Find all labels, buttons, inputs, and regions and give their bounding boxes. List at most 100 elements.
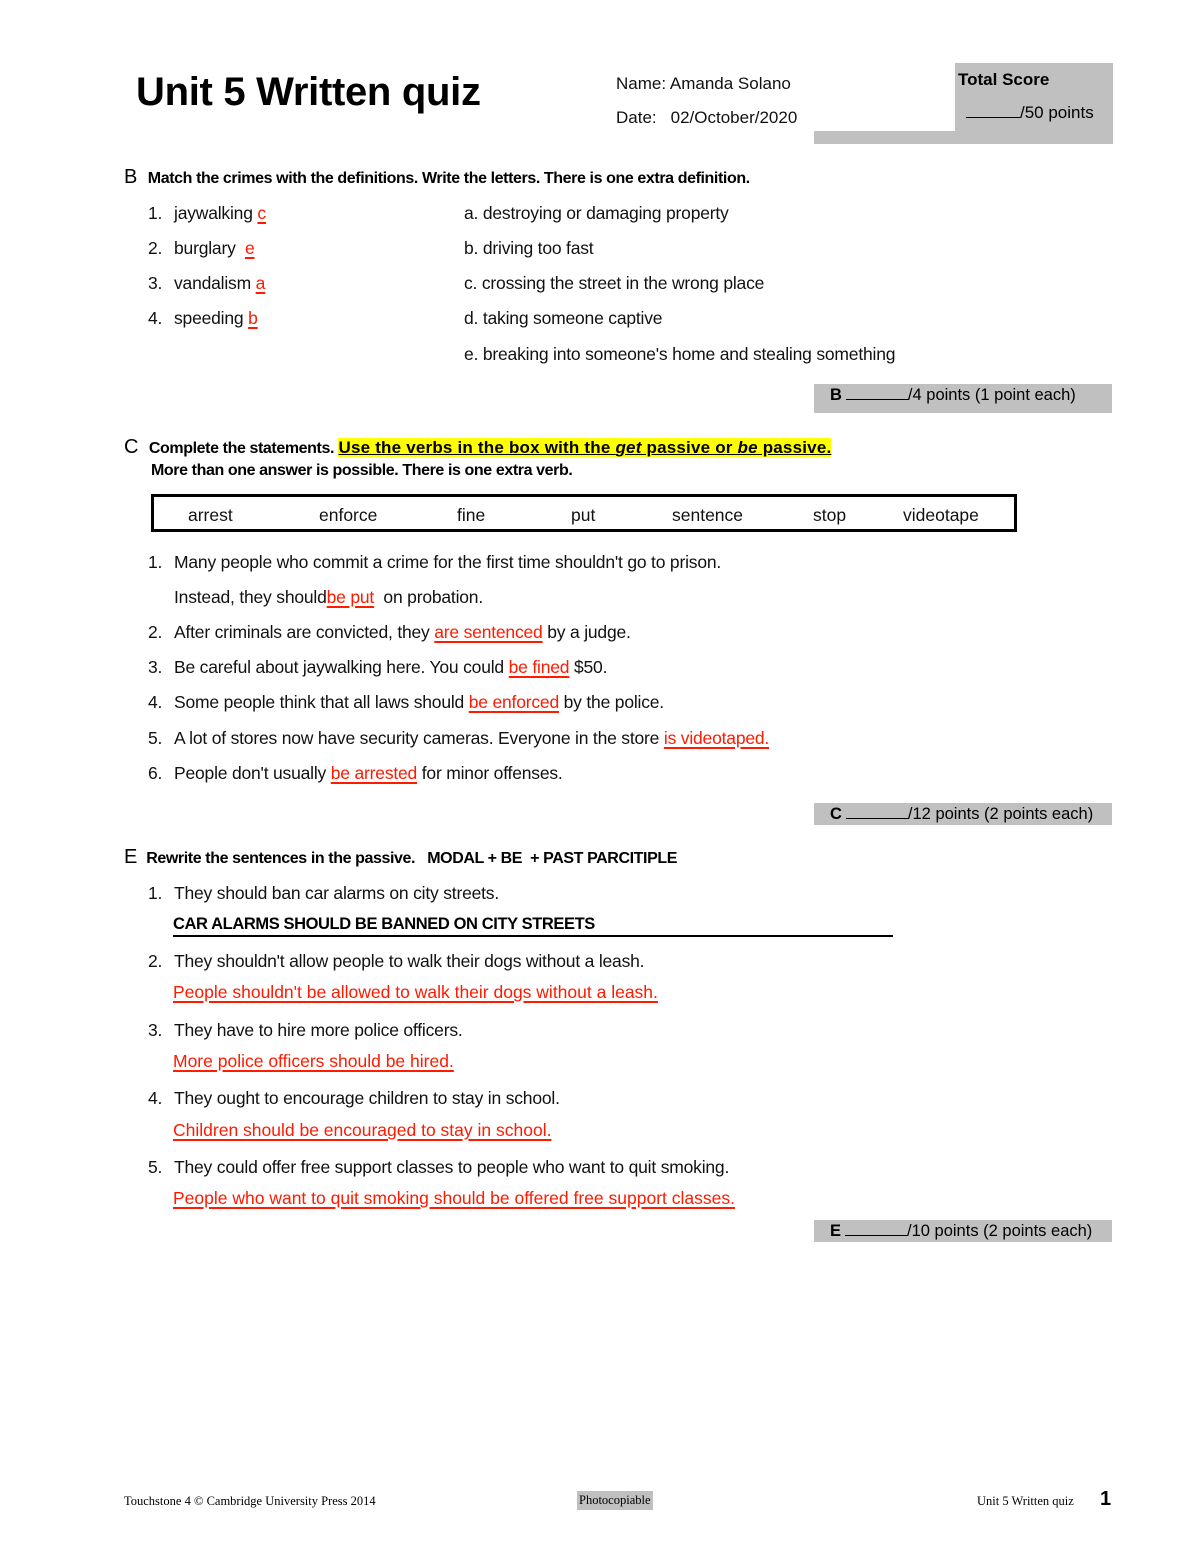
verb-option: videotape: [903, 505, 979, 525]
section-c-instructions-line2: More than one answer is possible. There …: [151, 462, 573, 479]
crime-number: 1.: [148, 203, 163, 223]
definition-item: d. taking someone captive: [464, 308, 663, 328]
section-c-highlighted-instructions: Use the verbs in the box with the get pa…: [338, 438, 832, 457]
statement-answer[interactable]: are sentenced: [434, 622, 543, 642]
rewrite-item: 1. They should ban car alarms on city str…: [148, 883, 499, 904]
section-c-score-blank[interactable]: [845, 804, 908, 819]
total-score-blank[interactable]: [966, 103, 1020, 118]
section-e-score-blank[interactable]: [845, 1221, 908, 1236]
definition-item: e. breaking into someone's home and stea…: [464, 344, 896, 364]
section-e-points-text: /10 points (2 points each): [907, 1222, 1093, 1240]
crime-text: speeding: [174, 308, 244, 328]
rewrite-answer[interactable]: Children should be encouraged to stay in…: [173, 1120, 551, 1141]
section-e-instructions: Rewrite the sentences in the passive. MO…: [146, 850, 678, 867]
statement-text: on probation.: [374, 587, 483, 607]
rewrite-answer[interactable]: CAR ALARMS SHOULD BE BANNED ON CITY STRE…: [173, 915, 595, 934]
statement-number: 2.: [148, 622, 163, 642]
student-name: Name: Amanda Solano: [616, 74, 791, 94]
statement-text: After criminals are convicted, they: [174, 622, 435, 642]
verb-option: put: [571, 505, 596, 525]
date-value: 02/October/2020: [670, 108, 798, 127]
section-c-instructions: Complete the statements.: [148, 440, 335, 457]
statement-text: by a judge.: [542, 622, 631, 642]
statement-text: People don't usually: [174, 763, 331, 783]
total-score-points: /50 points: [1020, 103, 1094, 122]
statement-item: 1. Many people who commit a crime for the…: [148, 552, 721, 573]
crime-text: jaywalking: [174, 203, 253, 223]
section-e-points-letter: E: [830, 1222, 842, 1240]
hl-text: passive or: [641, 438, 738, 457]
crime-number: 4.: [148, 308, 163, 328]
rewrite-prompt: They shouldn't allow people to walk thei…: [174, 951, 645, 971]
footer-photocopiable: Photocopiable: [577, 1491, 653, 1510]
statement-number: 6.: [148, 763, 163, 783]
rewrite-item: 4. They ought to encourage children to st…: [148, 1088, 560, 1109]
definition-item: b. driving too fast: [464, 238, 594, 258]
verb-option: arrest: [188, 505, 233, 525]
verb-box: arrest enforce fine put sentence stop vi…: [151, 494, 1017, 532]
rewrite-answer[interactable]: More police officers should be hired.: [173, 1051, 454, 1072]
crime-number: 2.: [148, 238, 163, 258]
section-b-points-text: /4 points (1 point each): [907, 386, 1076, 404]
statement-item: 6. People don't usually be arrested for m…: [148, 763, 563, 784]
statement-answer[interactable]: be put: [327, 587, 375, 607]
statement-number: 1.: [148, 552, 163, 572]
verb-option: stop: [813, 505, 847, 525]
quiz-title: Unit 5 Written quiz: [136, 70, 481, 114]
crime-text: burglary: [174, 238, 236, 258]
rewrite-number: 2.: [148, 951, 163, 971]
statement-answer[interactable]: be fined: [509, 657, 570, 677]
crime-answer[interactable]: b: [248, 308, 258, 328]
statement-text: Be careful about jaywalking here. You co…: [174, 657, 509, 677]
statement-item-continued: Instead, they shouldbe put on probation.: [174, 587, 483, 608]
crime-answer[interactable]: e: [245, 238, 255, 258]
crime-item: 3. vandalism a: [148, 273, 265, 294]
statement-text: by the police.: [558, 692, 665, 712]
statement-answer[interactable]: is videotaped.: [664, 728, 769, 748]
hl-be: be: [737, 438, 758, 457]
total-score-label: Total Score: [958, 70, 1050, 89]
statement-text: Some people think that all laws should: [174, 692, 469, 712]
statement-text: A lot of stores now have security camera…: [174, 728, 664, 748]
crime-answer[interactable]: c: [257, 203, 266, 223]
verb-option: fine: [457, 505, 486, 525]
rewrite-prompt: They ought to encourage children to stay…: [174, 1088, 560, 1108]
statement-item: 5. A lot of stores now have security came…: [148, 728, 769, 749]
crime-item: 1. jaywalking c: [148, 203, 266, 224]
section-c-heading: C Complete the statements. Use the verbs…: [124, 436, 832, 459]
date-label: Date:: [616, 108, 657, 127]
section-b-letter: B: [124, 166, 138, 188]
statement-answer[interactable]: be enforced: [469, 692, 559, 712]
hl-text: passive.: [757, 438, 832, 457]
total-score-strip: [814, 131, 1113, 144]
section-b-score-blank[interactable]: [845, 385, 908, 400]
statement-text: for minor offenses.: [417, 763, 563, 783]
crime-answer[interactable]: a: [256, 273, 266, 293]
rewrite-prompt: They should ban car alarms on city stree…: [174, 883, 500, 903]
statement-answer[interactable]: be arrested: [331, 763, 418, 783]
footer-copyright: Touchstone 4 © Cambridge University Pres…: [124, 1494, 376, 1508]
definition-item: a. destroying or damaging property: [464, 203, 729, 223]
rewrite-answer[interactable]: People who want to quit smoking should b…: [173, 1188, 735, 1209]
statement-number: 3.: [148, 657, 163, 677]
statement-number: 5.: [148, 728, 163, 748]
section-c-points-box: C/12 points (2 points each): [814, 803, 1112, 825]
section-b-points-letter: B: [830, 386, 842, 404]
rewrite-number: 1.: [148, 883, 163, 903]
rewrite-answer[interactable]: People shouldn't be allowed to walk thei…: [173, 982, 658, 1003]
statement-text: Many people who commit a crime for the f…: [174, 552, 722, 572]
verb-option: enforce: [319, 505, 378, 525]
hl-text: Use the verbs in the box with the: [338, 438, 616, 457]
section-c-points-letter: C: [830, 805, 842, 823]
statement-item: 3. Be careful about jaywalking here. You …: [148, 657, 607, 678]
section-b-heading: B Match the crimes with the definitions.…: [124, 166, 750, 189]
hl-get: get: [615, 438, 642, 457]
section-e-points-box: E/10 points (2 points each): [814, 1220, 1112, 1242]
definition-item: c. crossing the street in the wrong plac…: [464, 273, 765, 293]
rewrite-prompt: They could offer free support classes to…: [174, 1157, 730, 1177]
crime-item: 2. burglary e: [148, 238, 255, 259]
section-c-letter: C: [124, 436, 139, 458]
statement-text: $50.: [569, 657, 608, 677]
rewrite-prompt: They have to hire more police officers.: [174, 1020, 463, 1040]
footer-running-title: Unit 5 Written quiz: [977, 1494, 1074, 1508]
